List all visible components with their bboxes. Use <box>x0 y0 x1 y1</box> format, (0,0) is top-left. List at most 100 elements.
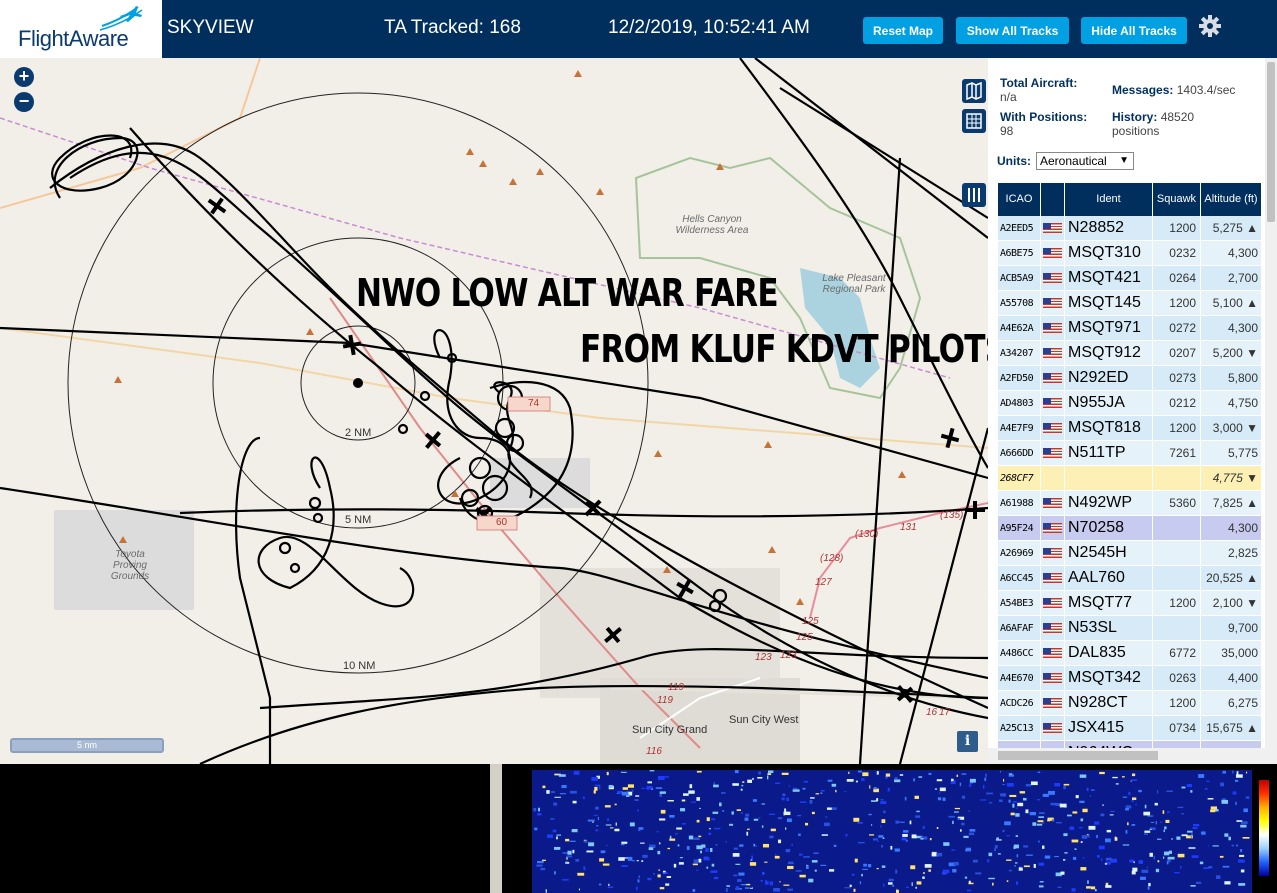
tracked-count: TA Tracked: 168 <box>384 17 521 38</box>
altitude-cell: 5,100 ▲ <box>1201 290 1262 316</box>
horizontal-scroll-thumb[interactable] <box>998 751 1158 760</box>
gear-icon[interactable] <box>1198 14 1222 38</box>
info-button[interactable]: i <box>957 731 978 752</box>
flightaware-logo[interactable]: FlightAware <box>0 0 162 58</box>
flag-cell <box>1041 340 1065 366</box>
chevron-down-icon: ▼ <box>1119 155 1129 166</box>
altitude-cell: 4,400 <box>1201 665 1262 691</box>
total-aircraft-value: n/a <box>1000 90 1017 104</box>
road-label-130: (130) <box>855 529 879 540</box>
skyview-app: FlightAware SKYVIEW TA Tracked: 168 12/2… <box>0 0 1277 893</box>
range-label-10nm: 10 NM <box>343 660 376 672</box>
altitude-cell: 20,525 ▲ <box>1201 565 1262 591</box>
col-ident[interactable]: Ident <box>1065 183 1153 216</box>
road-label-119a: 119 <box>668 682 684 693</box>
squawk-cell: 1200 <box>1153 590 1201 616</box>
vertical-scroll-thumb[interactable] <box>1267 62 1275 222</box>
sun-city-grand-label: Sun City Grand <box>632 724 708 736</box>
flag-cell <box>1041 615 1065 641</box>
squawk-cell: 6772 <box>1153 640 1201 666</box>
icao-cell: A25C13 <box>998 715 1041 741</box>
col-icao[interactable]: ICAO <box>998 183 1041 216</box>
altitude-cell: 5,200 ▼ <box>1201 340 1262 366</box>
icao-cell: A55708 <box>998 290 1041 316</box>
squawk-cell: 1200 <box>1153 290 1201 316</box>
icao-cell: A4E7F9 <box>998 415 1041 441</box>
show-all-tracks-button[interactable]: Show All Tracks <box>956 17 1069 44</box>
grid-icon[interactable] <box>962 109 986 133</box>
map-canvas[interactable] <box>0 58 988 764</box>
squawk-cell: 0272 <box>1153 315 1201 341</box>
ident-cell: MSQT310 <box>1065 240 1153 266</box>
overlay-text-line1: NWO LOW ALT WAR FARE <box>356 271 779 315</box>
total-aircraft-label: Total Aircraft: <box>1000 76 1078 90</box>
icao-cell: A6CC45 <box>998 565 1041 591</box>
hide-all-tracks-button[interactable]: Hide All Tracks <box>1081 17 1187 44</box>
ident-cell: MSQT342 <box>1065 665 1153 691</box>
table-row[interactable]: A26969 N2545H 2,825 <box>998 540 1262 566</box>
table-row[interactable]: A666DD N511TP 7261 5,775 <box>998 440 1262 466</box>
site-name: SKYVIEW <box>167 17 254 38</box>
table-row[interactable]: A4E670 MSQT342 0263 4,400 <box>998 665 1262 691</box>
table-row[interactable]: ACB5A9 MSQT421 0264 2,700 <box>998 265 1262 291</box>
table-row[interactable]: A61988 N492WP 5360 7,825 ▲ <box>998 490 1262 516</box>
map-view[interactable]: + − 2 NM 5 NM 10 NM Hells Canyon Wildern… <box>0 58 988 764</box>
altitude-cell: 35,000 <box>1201 640 1262 666</box>
ident-cell: MSQT818 <box>1065 415 1153 441</box>
ident-cell: MSQT421 <box>1065 265 1153 291</box>
col-squawk[interactable]: Squawk <box>1153 183 1201 216</box>
zoom-in-button[interactable]: + <box>14 67 34 87</box>
waterfall-canvas <box>532 770 1252 893</box>
zoom-out-button[interactable]: − <box>14 92 34 112</box>
table-row[interactable]: 268CF7 4,775 ▼ <box>998 465 1262 491</box>
map-layer-icon[interactable] <box>962 79 986 103</box>
with-positions-stat: With Positions: 98 <box>1000 110 1087 138</box>
squawk-cell: 5360 <box>1153 490 1201 516</box>
flag-cell <box>1041 365 1065 391</box>
waterfall-colorbar <box>1259 780 1269 876</box>
overlay-text-line2: FROM KLUF KDVT PILOTS <box>580 327 988 371</box>
table-row[interactable]: A54BE3 MSQT77 1200 2,100 ▼ <box>998 590 1262 616</box>
ident-cell: N53SL <box>1065 615 1153 641</box>
icao-cell: A54BE3 <box>998 590 1041 616</box>
altitude-cell: 9,700 <box>1201 615 1262 641</box>
table-row[interactable]: AD4803 N955JA 0212 4,750 <box>998 390 1262 416</box>
table-row[interactable]: A486CC DAL835 6772 35,000 <box>998 640 1262 666</box>
table-row[interactable]: A6AFAF N53SL 9,700 <box>998 615 1262 641</box>
altitude-cell: 4,300 <box>1201 240 1262 266</box>
aircraft-table: ICAO Ident Squawk Altitude (ft) A2EED5 N2… <box>998 183 1262 764</box>
units-select[interactable]: Aeronautical ▼ <box>1036 152 1134 170</box>
icao-cell: AD4803 <box>998 390 1041 416</box>
table-row[interactable]: A34207 MSQT912 0207 5,200 ▼ <box>998 340 1262 366</box>
columns-icon[interactable] <box>962 183 986 207</box>
col-altitude[interactable]: Altitude (ft) <box>1201 183 1262 216</box>
us-flag-icon <box>1043 398 1062 408</box>
table-row[interactable]: A4E7F9 MSQT818 1200 3,000 ▼ <box>998 415 1262 441</box>
table-row[interactable]: A2EED5 N28852 1200 5,275 ▲ <box>998 215 1262 241</box>
table-row[interactable]: ACDC26 N928CT 1200 6,275 <box>998 690 1262 716</box>
table-row[interactable]: A55708 MSQT145 1200 5,100 ▲ <box>998 290 1262 316</box>
scale-bar: 5 nm <box>10 738 164 753</box>
history-stat: History: 48520 positions <box>1112 110 1222 138</box>
table-row[interactable]: A95F24 N70258 4,300 <box>998 515 1262 541</box>
reset-map-button[interactable]: Reset Map <box>863 17 943 44</box>
table-row[interactable]: A6CC45 AAL760 20,525 ▲ <box>998 565 1262 591</box>
messages-stat: Messages: 1403.4/sec <box>1112 83 1235 97</box>
road-label-16: 16 <box>926 707 938 718</box>
flag-cell <box>1041 565 1065 591</box>
table-row[interactable]: A6BE75 MSQT310 0232 4,300 <box>998 240 1262 266</box>
icao-cell: A2FD50 <box>998 365 1041 391</box>
flag-cell <box>1041 640 1065 666</box>
table-row[interactable]: A2FD50 N292ED 0273 5,800 <box>998 365 1262 391</box>
flag-cell <box>1041 665 1065 691</box>
icao-cell: A2EED5 <box>998 215 1041 241</box>
us-flag-icon <box>1043 723 1062 733</box>
altitude-cell: 4,750 <box>1201 390 1262 416</box>
us-flag-icon <box>1043 573 1062 583</box>
us-flag-icon <box>1043 423 1062 433</box>
table-row[interactable]: A25C13 JSX415 0734 15,675 ▲ <box>998 715 1262 741</box>
us-flag-icon <box>1043 698 1062 708</box>
table-row[interactable]: A4E62A MSQT971 0272 4,300 <box>998 315 1262 341</box>
altitude-cell: 5,775 <box>1201 440 1262 466</box>
panel-divider[interactable] <box>490 764 502 893</box>
